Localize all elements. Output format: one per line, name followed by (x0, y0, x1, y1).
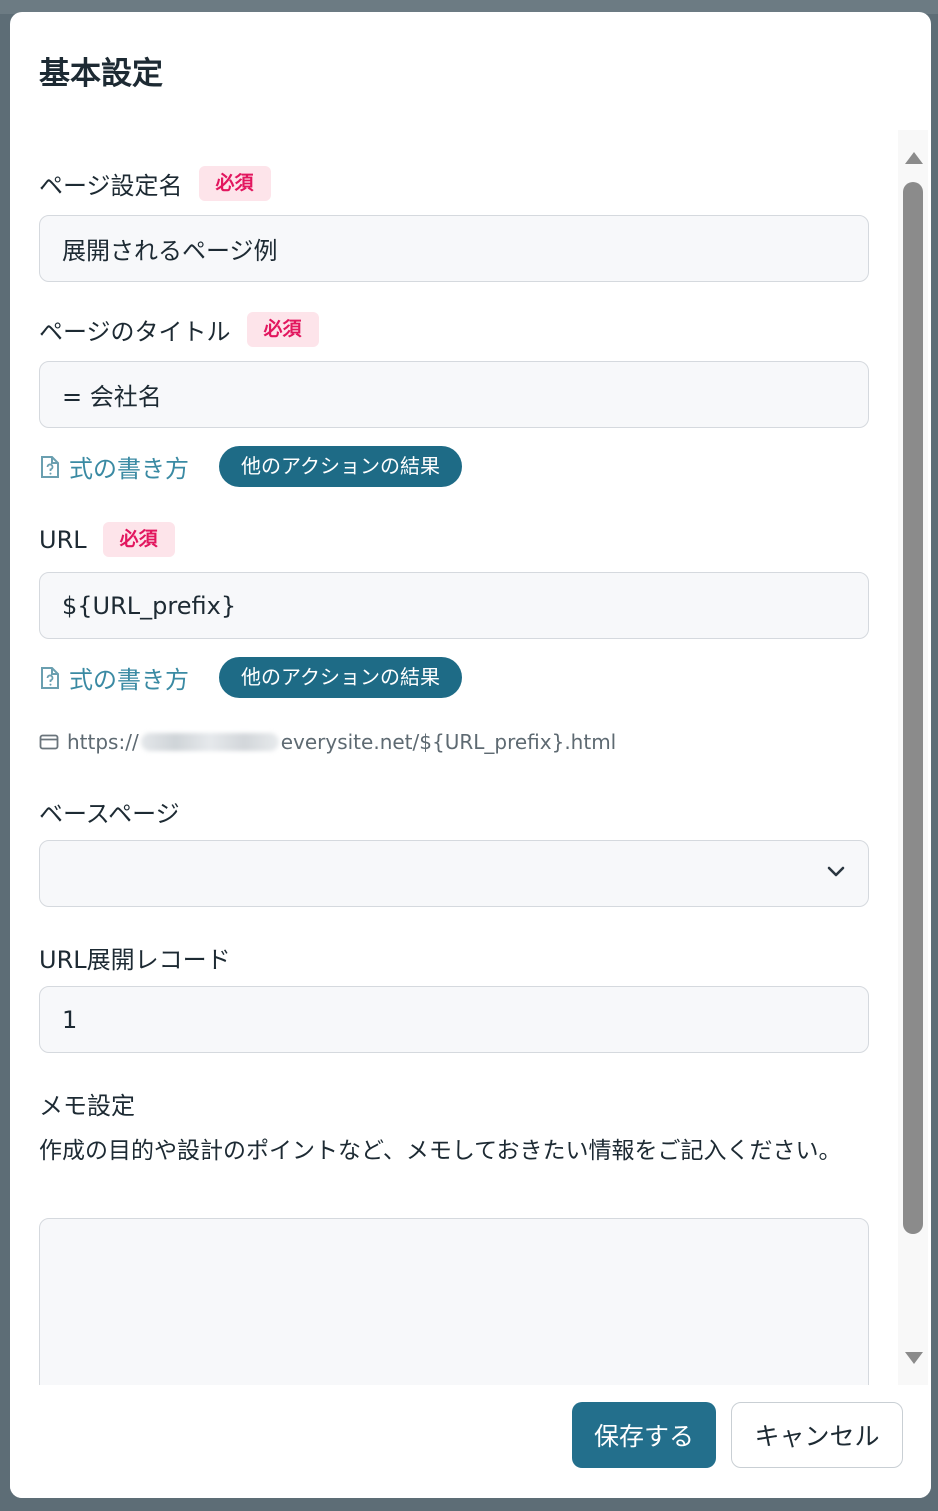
required-badge: 必須 (246, 312, 319, 347)
url-preview: https:// everysite.net/${URL_prefix}.htm… (39, 730, 616, 754)
base-page-label-row: ベースページ (39, 794, 180, 829)
base-page-label: ベースページ (39, 800, 180, 828)
scrollbar-thumb[interactable] (903, 182, 923, 1234)
url-label-row: URL 必須 (39, 522, 175, 557)
dialog-footer: 保存する キャンセル (10, 1385, 931, 1498)
other-action-result-button[interactable]: 他のアクションの結果 (219, 446, 462, 487)
page-title-label: ページのタイトル (39, 318, 231, 346)
browser-window-icon (39, 734, 59, 750)
url-input[interactable]: ${URL_prefix} (39, 572, 869, 639)
formula-help-link[interactable]: 式の書き方 (39, 660, 189, 695)
basic-settings-dialog: 基本設定 ページ設定名 必須 展開されるページ例 ページのタイトル 必須 = 会… (10, 12, 931, 1498)
chevron-down-icon (827, 866, 845, 877)
other-action-result-button[interactable]: 他のアクションの結果 (219, 657, 462, 698)
url-preview-suffix: everysite.net/${URL_prefix}.html (280, 730, 617, 754)
url-preview-prefix: https:// (67, 730, 139, 754)
page-title-label-row: ページのタイトル 必須 (39, 312, 319, 347)
page-setting-name-input[interactable]: 展開されるページ例 (39, 215, 869, 282)
dialog-scroll-area[interactable]: ページ設定名 必須 展開されるページ例 ページのタイトル 必須 = 会社名 式の… (10, 130, 931, 1385)
document-question-icon (41, 666, 59, 689)
required-badge: 必須 (198, 166, 271, 201)
dialog-title: 基本設定 (39, 56, 163, 92)
page-title-value: = 会社名 (62, 383, 162, 411)
memo-label-row: メモ設定 (39, 1086, 135, 1121)
document-question-icon (41, 455, 59, 478)
required-badge: 必須 (102, 522, 175, 557)
formula-help-link-label: 式の書き方 (69, 666, 189, 694)
url-record-value: 1 (62, 1005, 78, 1034)
url-record-input[interactable]: 1 (39, 986, 869, 1053)
url-helper-row: 式の書き方 他のアクションの結果 (39, 657, 462, 698)
page-setting-name-label-row: ページ設定名 必須 (39, 166, 271, 201)
page-setting-name-value: 展開されるページ例 (62, 237, 278, 265)
url-value: ${URL_prefix} (62, 591, 237, 620)
formula-help-link[interactable]: 式の書き方 (39, 449, 189, 484)
memo-textarea[interactable] (39, 1218, 869, 1385)
page-setting-name-label: ページ設定名 (39, 172, 183, 200)
url-record-label: URL展開レコード (39, 946, 231, 974)
base-page-select[interactable] (39, 840, 869, 907)
scroll-down-arrow-icon[interactable] (903, 1350, 925, 1366)
page-title-helper-row: 式の書き方 他のアクションの結果 (39, 446, 462, 487)
url-label: URL (39, 525, 87, 554)
vertical-scrollbar[interactable] (898, 130, 928, 1385)
cancel-button[interactable]: キャンセル (731, 1402, 903, 1468)
save-button[interactable]: 保存する (572, 1402, 716, 1468)
scroll-up-arrow-icon[interactable] (903, 150, 925, 166)
memo-label: メモ設定 (39, 1092, 135, 1120)
formula-help-link-label: 式の書き方 (69, 455, 189, 483)
memo-help-text: 作成の目的や設計のポイントなど、メモしておきたい情報をご記入ください。 (39, 1138, 842, 1164)
redacted-domain (140, 733, 279, 751)
url-record-label-row: URL展開レコード (39, 940, 231, 975)
page-title-input[interactable]: = 会社名 (39, 361, 869, 428)
